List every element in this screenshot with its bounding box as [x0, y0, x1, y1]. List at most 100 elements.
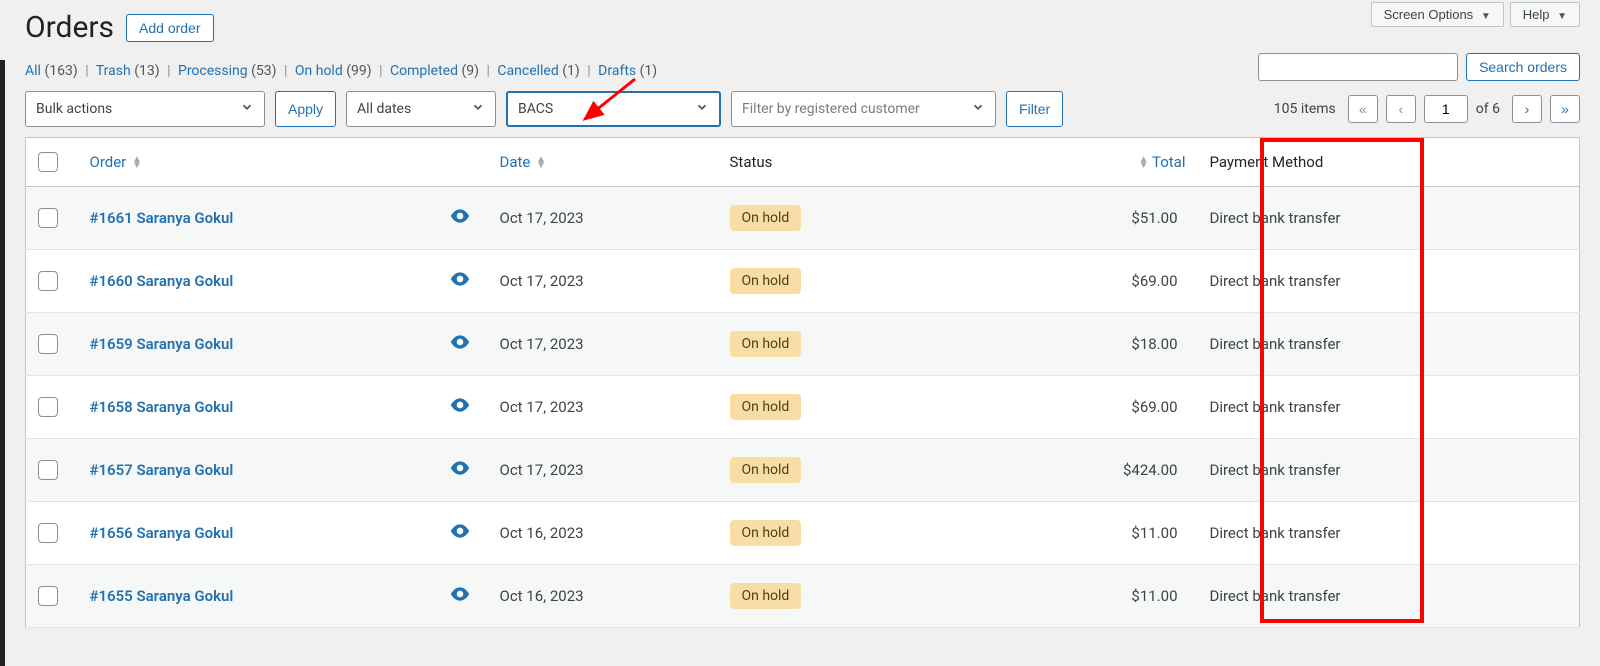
order-total: $51.00	[1098, 187, 1198, 250]
row-checkbox[interactable]	[38, 460, 58, 480]
order-payment-method: Direct bank transfer	[1198, 376, 1418, 439]
select-all-checkbox[interactable]	[38, 152, 58, 172]
filter-onhold[interactable]: On hold (99)	[295, 63, 372, 79]
order-payment-method: Direct bank transfer	[1198, 187, 1418, 250]
order-date: Oct 17, 2023	[488, 250, 718, 313]
pager-current-input[interactable]	[1424, 95, 1468, 123]
filter-all[interactable]: All (163)	[25, 63, 78, 79]
preview-icon[interactable]	[450, 398, 470, 416]
pager-next-button[interactable]: ›	[1512, 95, 1542, 123]
order-total: $18.00	[1098, 313, 1198, 376]
order-date: Oct 16, 2023	[488, 565, 718, 628]
help-label: Help	[1523, 7, 1550, 22]
order-date: Oct 17, 2023	[488, 187, 718, 250]
order-date: Oct 17, 2023	[488, 439, 718, 502]
status-badge: On hold	[730, 583, 802, 609]
status-badge: On hold	[730, 205, 802, 231]
search-orders-button[interactable]: Search orders	[1466, 53, 1580, 81]
order-link[interactable]: #1658 Saranya Gokul	[90, 398, 234, 416]
order-payment-method: Direct bank transfer	[1198, 250, 1418, 313]
customer-filter-label: Filter by registered customer	[742, 101, 920, 117]
order-payment-method: Direct bank transfer	[1198, 313, 1418, 376]
row-checkbox[interactable]	[38, 334, 58, 354]
table-row: #1661 Saranya Gokul Oct 17, 2023 On hold…	[26, 187, 1580, 250]
chevron-down-icon: ▼	[1481, 11, 1491, 22]
order-link[interactable]: #1657 Saranya Gokul	[90, 461, 234, 479]
order-date: Oct 17, 2023	[488, 313, 718, 376]
chevron-down-icon	[240, 100, 254, 118]
row-checkbox[interactable]	[38, 271, 58, 291]
help-button[interactable]: Help ▼	[1510, 2, 1580, 27]
order-total: $424.00	[1098, 439, 1198, 502]
order-total: $11.00	[1098, 565, 1198, 628]
status-badge: On hold	[730, 520, 802, 546]
preview-icon[interactable]	[450, 272, 470, 290]
page-title: Orders	[25, 10, 114, 45]
filter-drafts[interactable]: Drafts (1)	[598, 63, 657, 79]
column-payment-method: Payment Method	[1198, 138, 1418, 187]
order-link[interactable]: #1656 Saranya Gokul	[90, 524, 234, 542]
bulk-actions-select[interactable]: Bulk actions	[25, 91, 265, 127]
pager-prev-button[interactable]: ‹	[1386, 95, 1416, 123]
pager-item-count: 105 items	[1274, 101, 1336, 117]
status-badge: On hold	[730, 394, 802, 420]
chevron-down-icon	[695, 100, 709, 118]
pager-of-text: of 6	[1476, 101, 1500, 117]
table-row: #1658 Saranya Gokul Oct 17, 2023 On hold…	[26, 376, 1580, 439]
chevron-down-icon	[471, 100, 485, 118]
row-checkbox[interactable]	[38, 586, 58, 606]
apply-button[interactable]: Apply	[275, 91, 336, 127]
date-filter-select[interactable]: All dates	[346, 91, 496, 127]
column-date[interactable]: Date ▲▼	[488, 138, 718, 187]
order-payment-method: Direct bank transfer	[1198, 439, 1418, 502]
order-date: Oct 16, 2023	[488, 502, 718, 565]
filter-completed[interactable]: Completed (9)	[390, 63, 479, 79]
payment-filter-select[interactable]: BACS	[506, 91, 721, 127]
date-filter-label: All dates	[357, 101, 411, 117]
filter-button[interactable]: Filter	[1006, 91, 1063, 127]
customer-filter-select[interactable]: Filter by registered customer	[731, 91, 996, 127]
order-payment-method: Direct bank transfer	[1198, 502, 1418, 565]
preview-icon[interactable]	[450, 335, 470, 353]
screen-options-button[interactable]: Screen Options ▼	[1371, 2, 1504, 27]
row-checkbox[interactable]	[38, 397, 58, 417]
preview-icon[interactable]	[450, 461, 470, 479]
table-row: #1656 Saranya Gokul Oct 16, 2023 On hold…	[26, 502, 1580, 565]
order-link[interactable]: #1659 Saranya Gokul	[90, 335, 234, 353]
table-row: #1657 Saranya Gokul Oct 17, 2023 On hold…	[26, 439, 1580, 502]
status-badge: On hold	[730, 331, 802, 357]
table-row: #1655 Saranya Gokul Oct 16, 2023 On hold…	[26, 565, 1580, 628]
order-total: $11.00	[1098, 502, 1198, 565]
status-badge: On hold	[730, 457, 802, 483]
screen-options-label: Screen Options	[1384, 7, 1474, 22]
filter-cancelled[interactable]: Cancelled (1)	[497, 63, 579, 79]
row-checkbox[interactable]	[38, 523, 58, 543]
column-total[interactable]: ▲▼ Total	[1098, 138, 1198, 187]
filter-processing[interactable]: Processing (53)	[178, 63, 277, 79]
order-link[interactable]: #1661 Saranya Gokul	[90, 209, 234, 227]
orders-table: Order ▲▼ Date ▲▼ Status ▲▼ Total Payment…	[25, 137, 1580, 628]
preview-icon[interactable]	[450, 524, 470, 542]
row-checkbox[interactable]	[38, 208, 58, 228]
column-order[interactable]: Order ▲▼	[78, 138, 438, 187]
order-link[interactable]: #1655 Saranya Gokul	[90, 587, 234, 605]
sort-icon: ▲▼	[1139, 157, 1149, 169]
sort-icon: ▲▼	[536, 157, 546, 169]
column-status: Status	[718, 138, 1098, 187]
chevron-down-icon: ▼	[1557, 11, 1567, 22]
preview-icon[interactable]	[450, 209, 470, 227]
order-total: $69.00	[1098, 376, 1198, 439]
order-total: $69.00	[1098, 250, 1198, 313]
sort-icon: ▲▼	[132, 157, 142, 169]
search-input[interactable]	[1258, 53, 1458, 81]
bulk-actions-label: Bulk actions	[36, 101, 112, 117]
filter-trash[interactable]: Trash (13)	[96, 63, 160, 79]
add-order-button[interactable]: Add order	[126, 14, 213, 42]
status-badge: On hold	[730, 268, 802, 294]
order-link[interactable]: #1660 Saranya Gokul	[90, 272, 234, 290]
table-row: #1659 Saranya Gokul Oct 17, 2023 On hold…	[26, 313, 1580, 376]
table-row: #1660 Saranya Gokul Oct 17, 2023 On hold…	[26, 250, 1580, 313]
preview-icon[interactable]	[450, 587, 470, 605]
pager-first-button[interactable]: «	[1348, 95, 1378, 123]
pager-last-button[interactable]: »	[1550, 95, 1580, 123]
